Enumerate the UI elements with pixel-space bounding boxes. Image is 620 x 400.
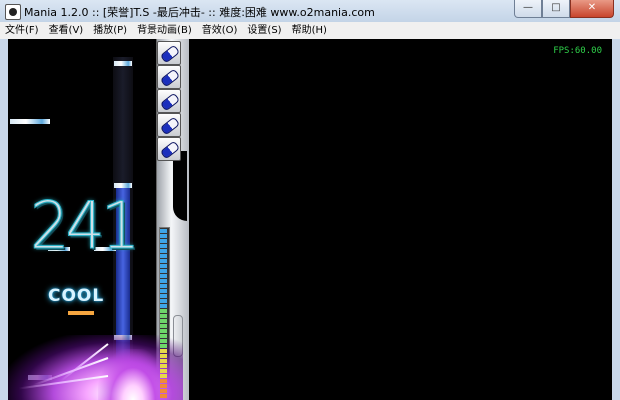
falling-note <box>114 61 132 66</box>
life-meter-segment <box>160 384 167 388</box>
window-title: Mania 1.2.0 :: [荣誉]T.S -最后冲击- :: 难度:困难 w… <box>24 6 375 19</box>
life-meter-segment <box>160 394 167 398</box>
lane-key-3[interactable] <box>157 89 181 113</box>
life-meter-segment <box>160 389 167 393</box>
life-meter-segment <box>160 239 167 243</box>
falling-note <box>10 119 50 124</box>
life-meter-segment <box>160 294 167 298</box>
window-frame-left <box>0 39 8 400</box>
lane-key-5[interactable] <box>157 137 181 161</box>
life-meter-segment <box>160 309 167 313</box>
combo-counter: 241 <box>29 187 140 265</box>
blue-white-capsule-icon <box>159 92 181 112</box>
life-meter-segment <box>160 269 167 273</box>
life-meter-segment <box>160 254 167 258</box>
menu-background-animation[interactable]: 背景动画(B) <box>132 22 197 39</box>
life-meter-segment <box>160 324 167 328</box>
life-meter-segment <box>160 369 167 373</box>
life-meter-segment <box>160 364 167 368</box>
life-meter-segment <box>160 244 167 248</box>
life-meter-segment <box>160 234 167 238</box>
life-meter-segment <box>160 319 167 323</box>
window-controls: — □ ✕ <box>514 0 614 18</box>
lane-key-2[interactable] <box>157 65 181 89</box>
life-meter-segment <box>160 349 167 353</box>
menu-view[interactable]: 查看(V) <box>44 22 89 39</box>
life-meter-segment <box>160 304 167 308</box>
life-meter-segment <box>160 314 167 318</box>
life-meter-segment <box>160 359 167 363</box>
life-meter-segment <box>160 284 167 288</box>
menu-bar: 文件(F) 查看(V) 播放(P) 背景动画(B) 音效(O) 设置(S) 帮助… <box>0 22 620 40</box>
lane-key-4[interactable] <box>157 113 181 137</box>
life-meter-segment <box>160 264 167 268</box>
menu-sound[interactable]: 音效(O) <box>197 22 243 39</box>
close-button[interactable]: ✕ <box>570 0 614 18</box>
menu-play[interactable]: 播放(P) <box>88 22 132 39</box>
blue-white-capsule-icon <box>159 140 181 160</box>
life-meter-segment <box>160 339 167 343</box>
minimize-button[interactable]: — <box>514 0 542 18</box>
life-meter-segment <box>160 274 167 278</box>
life-meter-segment <box>160 344 167 348</box>
menu-settings[interactable]: 设置(S) <box>242 22 286 39</box>
title-bar[interactable]: Mania 1.2.0 :: [荣誉]T.S -最后冲击- :: 难度:困难 w… <box>0 0 620 23</box>
game-canvas[interactable]: FPS:60.00 241 COOL <box>8 39 612 400</box>
life-meter-segment <box>160 249 167 253</box>
menu-file[interactable]: 文件(F) <box>0 22 44 39</box>
blue-white-capsule-icon <box>159 44 181 64</box>
life-meter-segment <box>160 279 167 283</box>
life-meter-segment <box>160 379 167 383</box>
life-meter-segment <box>160 329 167 333</box>
fps-counter: FPS:60.00 <box>553 46 602 56</box>
life-meter-segment <box>160 289 167 293</box>
blue-white-capsule-icon <box>159 116 181 136</box>
life-meter-segment <box>160 259 167 263</box>
life-meter-segment <box>160 299 167 303</box>
judgement-text: COOL <box>48 286 105 306</box>
hit-burst-core <box>98 349 168 400</box>
app-icon[interactable] <box>5 4 21 20</box>
menu-help[interactable]: 帮助(H) <box>287 22 332 39</box>
life-meter-segment <box>160 229 167 233</box>
window-frame-right <box>612 39 620 400</box>
maximize-button[interactable]: □ <box>542 0 570 18</box>
blue-white-capsule-icon <box>159 68 181 88</box>
key-panel-curve <box>173 151 187 221</box>
judgement-timing-bar <box>68 311 94 315</box>
lane-key-1[interactable] <box>157 41 181 65</box>
life-meter-segment <box>160 354 167 358</box>
life-meter-segment <box>160 374 167 378</box>
life-meter-segment <box>160 334 167 338</box>
